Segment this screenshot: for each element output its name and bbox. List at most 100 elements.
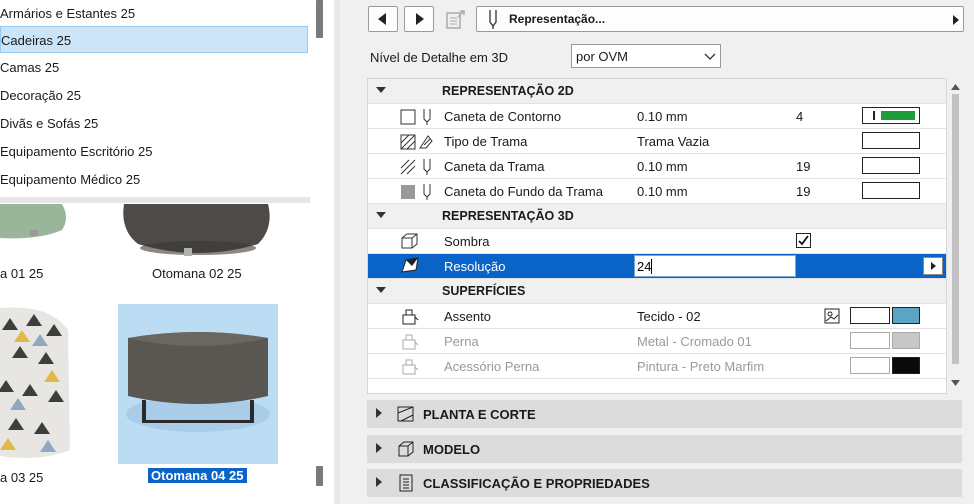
- row-contour-pen[interactable]: Caneta de Contorno 0.10 mm 4: [368, 104, 946, 129]
- settings-panel: Representação... Nível de Detalhe em 3D …: [340, 0, 974, 504]
- gallery-scrollbar-thumb[interactable]: [316, 466, 323, 486]
- row-hatch-pen[interactable]: Caneta da Trama 0.10 mm 19: [368, 154, 946, 179]
- paint-bucket-icon: [402, 359, 419, 375]
- hatch-background-pen-icon: [401, 184, 431, 200]
- resolution-value: 24: [637, 259, 652, 274]
- row-hatch-background-pen[interactable]: Caneta do Fundo da Trama 0.10 mm 19: [368, 179, 946, 204]
- row-name: Sombra: [444, 234, 490, 249]
- collapse-triangle-icon: [376, 87, 386, 93]
- section-title: SUPERFÍCIES: [442, 284, 526, 298]
- expand-triangle-icon: [376, 443, 382, 453]
- thumbnail-otomana-02[interactable]: [118, 204, 278, 262]
- thumbnail-otomana-01[interactable]: [0, 204, 72, 256]
- detail-level-label: Nível de Detalhe em 3D: [370, 50, 509, 65]
- hatch-pen-icon: [400, 159, 431, 175]
- category-list: Armários e Estantes 25 Cadeiras 25 Camas…: [0, 0, 310, 196]
- section-representation-2d[interactable]: REPRESENTAÇÃO 2D: [368, 79, 946, 104]
- section-representation-3d[interactable]: REPRESENTAÇÃO 3D: [368, 204, 946, 229]
- panel-model[interactable]: MODELO: [367, 435, 962, 463]
- settings-grid: REPRESENTAÇÃO 2D Caneta de Contorno 0.10…: [367, 78, 947, 394]
- chevron-down-icon: [704, 53, 716, 60]
- category-item[interactable]: Divãs e Sofás 25: [0, 110, 308, 137]
- category-item[interactable]: Armários e Estantes 25: [0, 0, 308, 27]
- panel-classification-properties[interactable]: CLASSIFICAÇÃO E PROPRIEDADES: [367, 469, 962, 497]
- row-value[interactable]: Trama Vazia: [637, 134, 709, 149]
- surface-color-swatch: [892, 332, 920, 349]
- row-leg[interactable]: Perna Metal - Cromado 01: [368, 329, 946, 354]
- panel-selector[interactable]: Representação...: [476, 6, 964, 32]
- pen-number[interactable]: 19: [796, 159, 810, 174]
- detail-level-select[interactable]: por OVM: [571, 44, 721, 68]
- row-value[interactable]: 0.10 mm: [637, 109, 688, 124]
- settings-scrollbar[interactable]: [948, 78, 962, 394]
- row-value: Pintura - Preto Marfim: [637, 359, 765, 374]
- detail-level-value: por OVM: [576, 49, 629, 64]
- next-button[interactable]: [404, 6, 434, 32]
- panel-title: PLANTA E CORTE: [423, 407, 536, 422]
- hatch-preview-swatch[interactable]: [862, 132, 920, 149]
- section-title: REPRESENTAÇÃO 2D: [442, 84, 574, 98]
- surface-color-swatch[interactable]: [892, 307, 920, 324]
- checkmark-icon: [798, 235, 809, 246]
- row-name: Tipo de Trama: [444, 134, 528, 149]
- category-item[interactable]: Equipamento Escritório 25: [0, 138, 308, 165]
- paint-bucket-icon: [402, 309, 419, 325]
- row-leg-accessory[interactable]: Acessório Perna Pintura - Preto Marfim: [368, 354, 946, 379]
- panel-title: MODELO: [423, 442, 481, 457]
- shadow-checkbox[interactable]: [796, 233, 811, 248]
- category-item[interactable]: Decoração 25: [0, 82, 308, 109]
- thumbnail-otomana-04-selected[interactable]: [118, 304, 278, 464]
- row-value[interactable]: 0.10 mm: [637, 159, 688, 174]
- export-settings-button[interactable]: [444, 8, 468, 30]
- previous-button[interactable]: [368, 6, 398, 32]
- thumbnail-otomana-03[interactable]: [0, 300, 72, 462]
- pen-color-swatch[interactable]: [862, 157, 920, 174]
- arrow-left-icon: [378, 13, 386, 25]
- panel-title: CLASSIFICAÇÃO E PROPRIEDADES: [423, 476, 650, 491]
- row-seat[interactable]: Assento Tecido - 02: [368, 304, 946, 329]
- thumbnail-label[interactable]: a 01 25: [0, 266, 43, 281]
- row-value[interactable]: 0.10 mm: [637, 184, 688, 199]
- panel-splitter[interactable]: [0, 197, 310, 203]
- category-item[interactable]: Equipamento Médico 25: [0, 166, 308, 193]
- selected-label-text: Otomana 04 25: [148, 468, 247, 483]
- resolution-input[interactable]: 24: [634, 255, 796, 277]
- library-panel: Armários e Estantes 25 Cadeiras 25 Camas…: [0, 0, 334, 504]
- pen-color-swatch[interactable]: [862, 107, 920, 124]
- scrollbar-thumb[interactable]: [952, 94, 959, 364]
- thumbnail-label-selected[interactable]: Otomana 04 25: [148, 468, 247, 483]
- category-scrollbar-thumb[interactable]: [316, 0, 323, 38]
- scroll-down-icon[interactable]: [951, 380, 960, 386]
- contour-pen-icon: [400, 109, 431, 125]
- paint-bucket-icon: [402, 334, 419, 350]
- panel-plan-and-section[interactable]: PLANTA E CORTE: [367, 400, 962, 428]
- model-cube-icon: [398, 441, 414, 457]
- thumbnail-label[interactable]: Otomana 02 25: [152, 266, 242, 281]
- row-shadow[interactable]: Sombra: [368, 229, 946, 254]
- scroll-up-icon[interactable]: [951, 84, 960, 90]
- plan-section-icon: [397, 406, 414, 422]
- pen-number[interactable]: 4: [796, 109, 803, 124]
- arrow-right-icon: [416, 13, 424, 25]
- surface-preview-swatch[interactable]: [850, 307, 890, 324]
- hatch-type-icon: [400, 134, 433, 150]
- row-name: Acessório Perna: [444, 359, 540, 374]
- row-hatch-type[interactable]: Tipo de Trama Trama Vazia: [368, 129, 946, 154]
- section-surfaces[interactable]: SUPERFÍCIES: [368, 279, 946, 304]
- category-item-selected[interactable]: Cadeiras 25: [0, 26, 308, 53]
- panel-title: Representação...: [509, 12, 606, 26]
- category-item[interactable]: Camas 25: [0, 54, 308, 81]
- chevron-right-icon: [953, 15, 959, 25]
- row-resolution[interactable]: Resolução 24: [368, 254, 946, 279]
- row-value[interactable]: Tecido - 02: [637, 309, 701, 324]
- row-name: Assento: [444, 309, 491, 324]
- section-title: REPRESENTAÇÃO 3D: [442, 209, 574, 223]
- expand-triangle-icon: [376, 408, 382, 418]
- pen-color-swatch[interactable]: [862, 182, 920, 199]
- text-cursor: [651, 259, 652, 274]
- otomana-02-image: [118, 204, 278, 262]
- resolution-arrow-button[interactable]: [923, 257, 943, 275]
- image-icon[interactable]: [824, 308, 840, 324]
- thumbnail-label[interactable]: a 03 25: [0, 470, 43, 485]
- pen-number[interactable]: 19: [796, 184, 810, 199]
